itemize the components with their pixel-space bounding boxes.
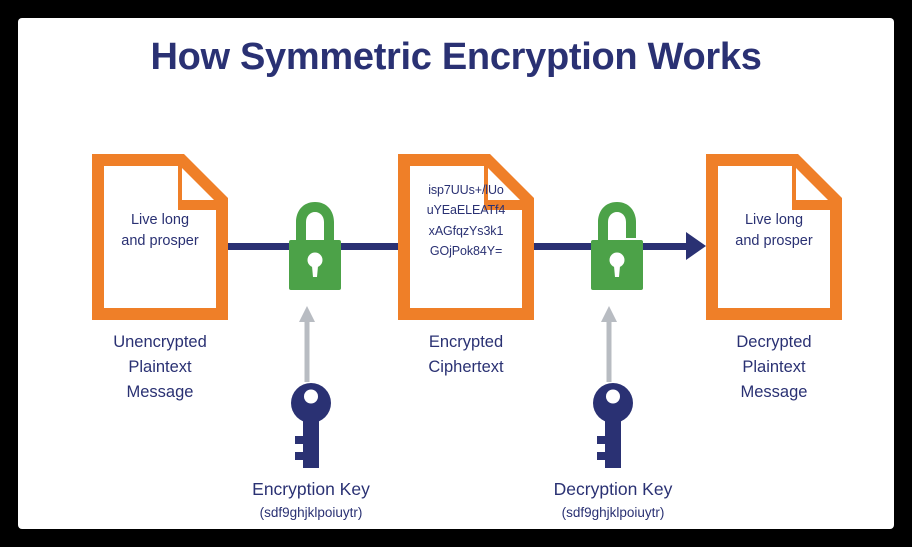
document-plaintext-output: Live long and prosper — [706, 154, 842, 320]
closed-padlock-glyph — [289, 202, 341, 290]
encryption-key-title: Encryption Key — [252, 479, 370, 499]
caption-line: Ciphertext — [428, 358, 504, 377]
encryption-key-value: (sdf9ghjklpoiuytr) — [259, 505, 363, 521]
decryption-key-icon — [588, 382, 638, 468]
document-icon — [92, 154, 228, 320]
document-ciphertext: isp7UUs+/lUo uYEaELEATf4 xAGfqzYs3k1 GOj… — [398, 154, 534, 320]
caption-line: Encrypted — [428, 333, 504, 351]
up-arrow-glyph — [299, 306, 315, 382]
caption-line: Unencrypted — [113, 333, 207, 351]
page-title: How Symmetric Encryption Works — [150, 36, 762, 78]
caption-line: Plaintext — [742, 358, 806, 377]
key-glyph — [593, 383, 633, 468]
caption-line: Message — [740, 383, 808, 402]
open-padlock-glyph — [591, 202, 643, 290]
caption-decrypted-plaintext: Decrypted Plaintext Message — [674, 330, 874, 405]
document-plaintext-input: Live long and prosper — [92, 154, 228, 320]
encryption-key-icon — [286, 382, 336, 468]
flow-arrowhead-icon — [686, 232, 706, 260]
decryption-key-label: Decryption Key (sdf9ghjklpoiuytr) — [483, 476, 743, 524]
caption-unencrypted-plaintext: Unencrypted Plaintext Message — [60, 330, 260, 405]
encryption-key-label: Encryption Key (sdf9ghjklpoiuytr) — [181, 476, 441, 524]
up-arrow-glyph — [601, 306, 617, 382]
document-icon — [398, 154, 534, 320]
key-to-lock-arrow-encryption-icon — [299, 306, 315, 382]
caption-line: Plaintext — [128, 358, 192, 377]
image-frame: How Symmetric Encryption Works Live long… — [0, 0, 912, 547]
caption-line: Decrypted — [736, 333, 812, 351]
decryption-key-value: (sdf9ghjklpoiuytr) — [561, 505, 665, 521]
caption-encrypted-ciphertext: Encrypted Ciphertext — [366, 330, 566, 380]
decryption-key-title: Decryption Key — [553, 479, 673, 499]
closed-padlock-icon — [284, 198, 346, 294]
key-to-lock-arrow-decryption-icon — [601, 306, 617, 382]
caption-line: Message — [126, 383, 194, 402]
key-glyph — [291, 383, 331, 468]
document-icon — [706, 154, 842, 320]
diagram-canvas: How Symmetric Encryption Works Live long… — [18, 18, 894, 529]
open-padlock-icon — [586, 198, 648, 294]
